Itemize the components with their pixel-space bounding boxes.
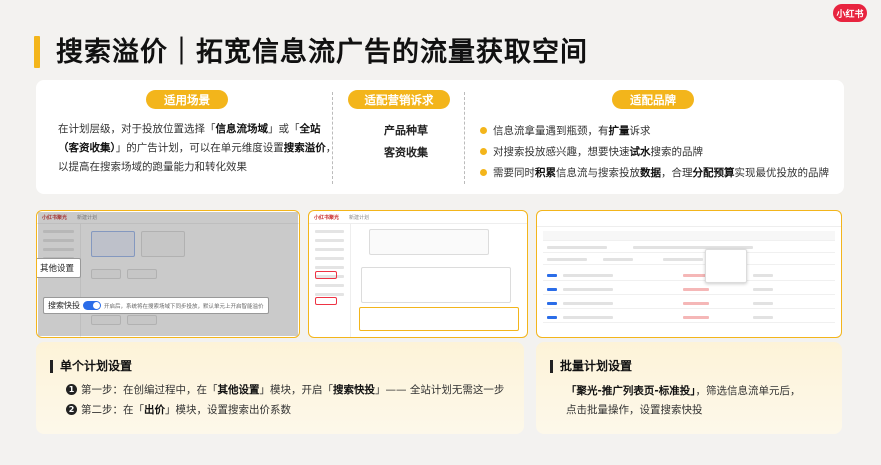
search-fast-callout[interactable]: 搜索快投 开启后，系统将在搜索场域下同步投放，默认单元上开启智能溢价 (43, 297, 269, 314)
list-item: 信息流拿量遇到瓶颈，有 扩量 诉求 (480, 120, 842, 141)
table-row (543, 285, 835, 295)
batch-plan-title: 批量计划设置 (550, 360, 632, 373)
column-divider (464, 92, 465, 184)
table-row (543, 243, 835, 253)
batch-dropdown[interactable] (705, 249, 747, 283)
marketing-pill: 适配营销诉求 (348, 90, 450, 109)
mini-panel (369, 229, 489, 255)
shot-header: 小红书聚光 新建计划 (309, 211, 527, 224)
step-1: 1 第一步：在创编过程中，在「 其他设置 」模块，开启「 搜索快投 」—— 全站计划无需这… (66, 382, 504, 397)
shot-header (537, 211, 841, 227)
batch-plan-text: 「聚光-推广列表页-标准投」，筛选信息流单元后， 点击批量操作，设置搜索快投 (566, 385, 801, 416)
table-row (543, 231, 835, 241)
mini-panel (361, 267, 511, 303)
screenshot-other-settings: 小红书聚光 新建计划 其他设置 搜索快投 开启后，系统将在搜索场域下同步投放，默认单… (36, 210, 300, 338)
highlight-box (359, 307, 519, 331)
step-number-icon: 2 (66, 404, 77, 415)
step-2: 2 第二步：在「 出价 」模块，设置搜索出价系数 (66, 402, 291, 417)
highlight-box (315, 271, 337, 279)
scenario-pill: 适用场景 (146, 90, 228, 109)
single-plan-card: 单个计划设置 1 第一步：在创编过程中，在「 其他设置 」模块，开启「 搜索快投 」—— … (36, 342, 524, 434)
highlight-box (315, 297, 337, 305)
marketing-item: 客资收集 (384, 146, 428, 159)
bullet-dot-icon (480, 148, 487, 155)
table-row (543, 255, 835, 265)
brand-fit-pill: 适配品牌 (612, 90, 694, 109)
toggle-switch[interactable] (83, 301, 101, 310)
scenario-text: 在计划层级，对于投放位置选择「信息流场域」或「全站（客资收集）」的广告计划，可以… (58, 123, 337, 173)
info-card: 适用场景 在计划层级，对于投放位置选择「信息流场域」或「全站（客资收集）」的广告… (36, 80, 844, 194)
xiaohongshu-logo: 小红书 (833, 4, 867, 22)
list-item: 需要同时 积累 信息流与搜索投放 数据 ，合理 分配预算 实现最优投放的品牌 (480, 162, 842, 183)
bullet-dot-icon (480, 169, 487, 176)
batch-plan-card: 批量计划设置 「聚光-推广列表页-标准投」，筛选信息流单元后， 点击批量操作，设置… (536, 342, 842, 434)
bullet-dot-icon (480, 127, 487, 134)
column-divider (332, 92, 333, 184)
brand-fit-list: 信息流拿量遇到瓶颈，有 扩量 诉求 对搜索投放感兴趣，想要快速 试水 搜索的品牌 需要同… (480, 120, 842, 183)
table-row (543, 299, 835, 309)
list-item: 对搜索投放感兴趣，想要快速 试水 搜索的品牌 (480, 141, 842, 162)
marketing-item: 产品种草 (384, 124, 428, 137)
single-plan-title: 单个计划设置 (50, 360, 132, 373)
table-row (543, 313, 835, 323)
title-accent-bar (34, 36, 40, 68)
other-settings-callout: 其他设置 (37, 258, 82, 278)
mini-sidebar (309, 224, 351, 337)
step-number-icon: 1 (66, 384, 77, 395)
screenshot-batch-list (536, 210, 842, 338)
screenshot-bid-settings: 小红书聚光 新建计划 (308, 210, 528, 338)
table-row (543, 271, 835, 281)
page-title: 搜索溢价｜拓宽信息流广告的流量获取空间 (56, 37, 588, 68)
